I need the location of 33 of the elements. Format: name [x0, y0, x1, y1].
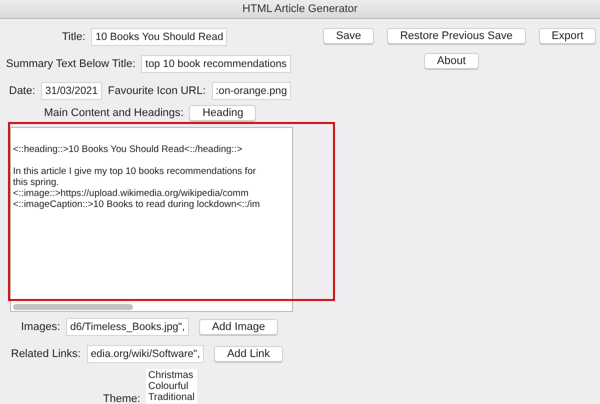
links-field[interactable]: edia.org/wiki/Software", [86, 345, 204, 363]
field-label: Favourite Icon URL: [108, 85, 206, 97]
text-line: <::imageCaption::>10 Books to read during lockdown<::/im [13, 199, 261, 210]
field-label: Images: [21, 321, 60, 333]
title-field[interactable]: 10 Books You Should Read [91, 28, 228, 46]
summary-field[interactable]: top 10 book recommendations [141, 55, 291, 73]
field-label: Date: [9, 85, 36, 97]
theme-option[interactable]: Colourful [148, 381, 195, 392]
add-link-button[interactable]: Add Link [214, 346, 283, 362]
theme-option[interactable]: Christmas [148, 370, 195, 381]
field-label: Theme: [103, 393, 140, 404]
about-button[interactable]: About [424, 53, 479, 69]
text-line: <::heading::>10 Books You Should Read<::/heading::> [13, 144, 244, 155]
theme-option[interactable]: Traditional [148, 392, 195, 403]
field-label: Title: [62, 31, 86, 43]
window-title: HTML Article Generator [242, 3, 358, 15]
text-line: this spring. [13, 177, 60, 188]
text-line: <::image::>https://upload.wikimedia.org/wikipedia/comm [13, 188, 250, 199]
favicon-field[interactable]: :on-orange.png [212, 82, 291, 100]
content-text-area[interactable] [10, 127, 293, 312]
heading-button[interactable]: Heading [189, 105, 256, 121]
action-button[interactable]: Save [323, 28, 374, 44]
field-label: Related Links: [11, 348, 81, 360]
images-field[interactable]: d6/Timeless_Books.jpg", [66, 318, 189, 336]
text-line: In this article I give my top 10 books recommendations for [13, 166, 257, 177]
date-field[interactable]: 31/03/2021 [41, 82, 102, 100]
horizontal-scrollbar[interactable] [11, 302, 292, 311]
field-label: Summary Text Below Title: [6, 58, 136, 70]
add-image-button[interactable]: Add Image [198, 319, 278, 335]
theme-list[interactable]: Christmas Colourful Traditional [146, 369, 197, 404]
field-label: Main Content and Headings: [44, 107, 184, 119]
action-button[interactable]: Export [538, 28, 596, 44]
action-button[interactable]: Restore Previous Save [387, 28, 526, 44]
